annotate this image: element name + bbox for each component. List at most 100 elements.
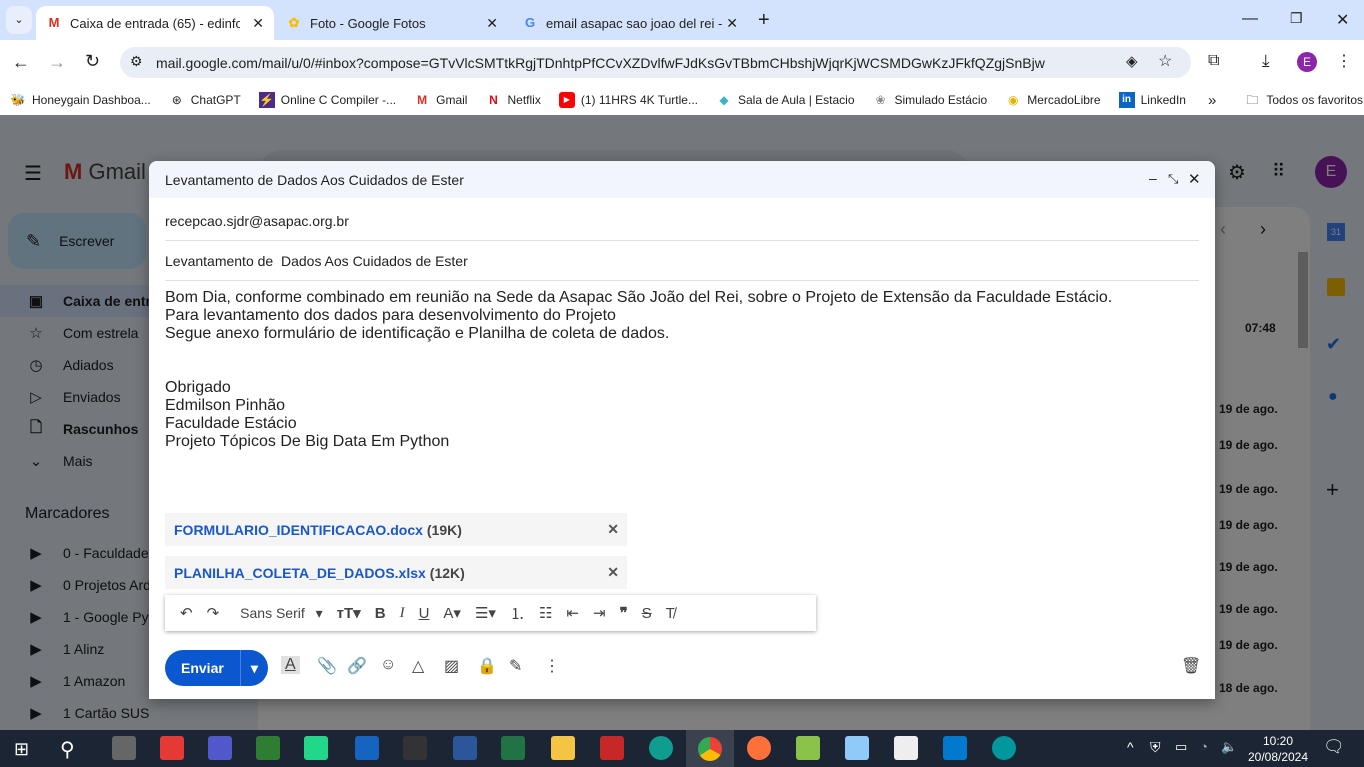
- app-red-icon[interactable]: [600, 736, 624, 760]
- security-icon[interactable]: ⛨: [1150, 739, 1161, 756]
- all-bookmarks-button[interactable]: 🗀 Todos os favoritos: [1244, 92, 1363, 108]
- menu-icon[interactable]: ⋮: [1336, 51, 1352, 71]
- drive-icon[interactable]: △: [412, 656, 424, 676]
- italic-icon[interactable]: I: [400, 605, 405, 622]
- chrome-icon[interactable]: [686, 730, 734, 767]
- signature-icon[interactable]: ✎: [509, 656, 522, 676]
- firefox-icon[interactable]: [747, 736, 771, 760]
- bookmark-sala-de-aula[interactable]: ◆ Sala de Aula | Estacio: [716, 92, 854, 108]
- notifications-icon[interactable]: 🗨: [1323, 737, 1345, 757]
- send-button[interactable]: Enviar ▾: [165, 650, 268, 686]
- minimize-compose-icon[interactable]: –: [1149, 170, 1157, 186]
- compose-header[interactable]: Levantamento de Dados Aos Cuidados de Es…: [149, 161, 1215, 198]
- vscode-icon[interactable]: [943, 736, 967, 760]
- remove-attachment-icon[interactable]: ✕: [607, 564, 619, 581]
- schedule-send-dropdown[interactable]: ▾: [239, 650, 268, 686]
- more-options-icon[interactable]: ⋮: [544, 656, 560, 676]
- indent-more-icon[interactable]: ⇥: [593, 604, 606, 622]
- bulleted-list-icon[interactable]: ☷: [539, 604, 552, 622]
- text-color-icon[interactable]: A▾: [443, 604, 461, 622]
- tab-google-search[interactable]: G email asapac sao joao del rei - P ✕: [512, 6, 748, 40]
- strikethrough-icon[interactable]: S: [642, 605, 652, 622]
- close-window-button[interactable]: ✕: [1336, 10, 1349, 30]
- insert-link-icon[interactable]: 🔗: [347, 656, 367, 676]
- attachment-chip[interactable]: FORMULARIO_IDENTIFICACAO.docx (19K) ✕: [165, 513, 627, 546]
- tab-google-photos[interactable]: ✿ Foto - Google Fotos ✕: [276, 6, 508, 40]
- site-info-icon[interactable]: ⚙: [130, 53, 143, 70]
- to-field[interactable]: recepcao.sjdr@asapac.org.br: [165, 201, 1199, 241]
- emoji-icon[interactable]: ☺: [380, 656, 396, 674]
- profile-avatar[interactable]: E: [1297, 52, 1317, 72]
- formatting-options-icon[interactable]: A: [281, 656, 300, 674]
- file-explorer-icon[interactable]: [551, 736, 575, 760]
- word-icon[interactable]: [453, 736, 477, 760]
- bookmark-linkedin[interactable]: in LinkedIn: [1118, 92, 1186, 108]
- bookmark-netflix[interactable]: N Netflix: [485, 92, 541, 108]
- tab-gmail[interactable]: M Caixa de entrada (65) - edinform ✕: [36, 6, 274, 40]
- edge-icon[interactable]: [649, 736, 673, 760]
- arduino-icon[interactable]: [992, 736, 1016, 760]
- download-icon[interactable]: ⤓: [1262, 51, 1270, 71]
- remove-attachment-icon[interactable]: ✕: [607, 521, 619, 538]
- tab-search-button[interactable]: ⌄: [6, 6, 32, 34]
- undo-icon[interactable]: ↶: [180, 604, 193, 622]
- battery-icon[interactable]: ▭: [1175, 739, 1187, 755]
- bookmark-gmail[interactable]: M Gmail: [414, 92, 467, 108]
- devcpp-icon[interactable]: [355, 736, 379, 760]
- fullscreen-compose-icon[interactable]: ⤡: [1168, 171, 1178, 187]
- app-green-icon[interactable]: [256, 736, 280, 760]
- insert-photo-icon[interactable]: ▨: [444, 656, 459, 676]
- start-icon[interactable]: ⊞: [14, 739, 29, 760]
- app-dark-icon[interactable]: [403, 736, 427, 760]
- volume-icon[interactable]: 🔈: [1221, 739, 1237, 755]
- install-app-icon[interactable]: ◈: [1126, 52, 1138, 70]
- bookmark-online-c-compiler[interactable]: ⚡ Online C Compiler -...: [258, 92, 396, 108]
- show-hidden-icons[interactable]: ^: [1127, 739, 1134, 755]
- new-tab-button[interactable]: +: [758, 9, 770, 32]
- bookmark-chatgpt[interactable]: ⊛ ChatGPT: [169, 92, 241, 108]
- anydesk-icon[interactable]: [160, 736, 184, 760]
- app-chart-icon[interactable]: [796, 736, 820, 760]
- discard-draft-icon[interactable]: 🗑: [1181, 656, 1201, 676]
- bookmark-youtube[interactable]: ▶ (1) 11HRS 4K Turtle...: [558, 92, 698, 108]
- extensions-icon[interactable]: ⧉: [1208, 52, 1219, 70]
- bookmark-honeygain[interactable]: 🐝 Honeygain Dashboa...: [10, 92, 151, 108]
- app-glass-icon[interactable]: [845, 736, 869, 760]
- bookmark-mercadolibre[interactable]: ◉ MercadoLibre: [1005, 92, 1101, 108]
- calendar-app-icon[interactable]: [894, 736, 918, 760]
- bold-icon[interactable]: B: [375, 605, 386, 622]
- font-size-icon[interactable]: ᴛT▾: [337, 604, 361, 622]
- forward-button[interactable]: →: [48, 52, 66, 73]
- pycharm-icon[interactable]: [304, 736, 328, 760]
- attachment-chip[interactable]: PLANILHA_COLETA_DE_DADOS.xlsx (12K) ✕: [165, 556, 627, 589]
- close-tab-icon[interactable]: ✕: [726, 15, 738, 32]
- wifi-icon[interactable]: ◔: [1200, 739, 1208, 754]
- confidential-mode-icon[interactable]: 🔒: [477, 656, 497, 676]
- redo-icon[interactable]: ↷: [207, 604, 220, 622]
- search-icon[interactable]: ⚲: [60, 737, 75, 762]
- close-tab-icon[interactable]: ✕: [252, 15, 264, 32]
- align-icon[interactable]: ☰▾: [475, 604, 496, 622]
- numbered-list-icon[interactable]: ⒈: [510, 603, 525, 624]
- bookmark-star-icon[interactable]: ☆: [1158, 51, 1172, 71]
- message-body[interactable]: Bom Dia, conforme combinado em reunião n…: [165, 289, 1112, 451]
- clock[interactable]: 10:20 20/08/2024: [1245, 733, 1311, 765]
- address-bar[interactable]: ⚙ mail.google.com/mail/u/0/#inbox?compos…: [120, 47, 1191, 78]
- close-tab-icon[interactable]: ✕: [486, 15, 498, 32]
- indent-less-icon[interactable]: ⇤: [566, 604, 579, 622]
- underline-icon[interactable]: U: [419, 605, 430, 622]
- remove-formatting-icon[interactable]: T̸: [666, 605, 675, 622]
- font-select[interactable]: Sans Serif ▾: [233, 605, 323, 622]
- minimize-window-button[interactable]: —: [1242, 10, 1258, 28]
- close-compose-icon[interactable]: ✕: [1188, 170, 1201, 188]
- excel-icon[interactable]: [501, 736, 525, 760]
- back-button[interactable]: ←: [12, 52, 30, 73]
- calculator-icon[interactable]: [112, 736, 136, 760]
- restore-window-button[interactable]: ❐: [1290, 10, 1303, 27]
- subject-field[interactable]: Levantamento de Dados Aos Cuidados de Es…: [165, 241, 1199, 281]
- bookmark-simulado[interactable]: ❀ Simulado Estácio: [873, 92, 987, 108]
- teams-icon[interactable]: [208, 736, 232, 760]
- attach-file-icon[interactable]: 📎: [317, 656, 337, 676]
- reload-button[interactable]: ↻: [85, 51, 100, 72]
- more-bookmarks-button[interactable]: »: [1208, 92, 1216, 109]
